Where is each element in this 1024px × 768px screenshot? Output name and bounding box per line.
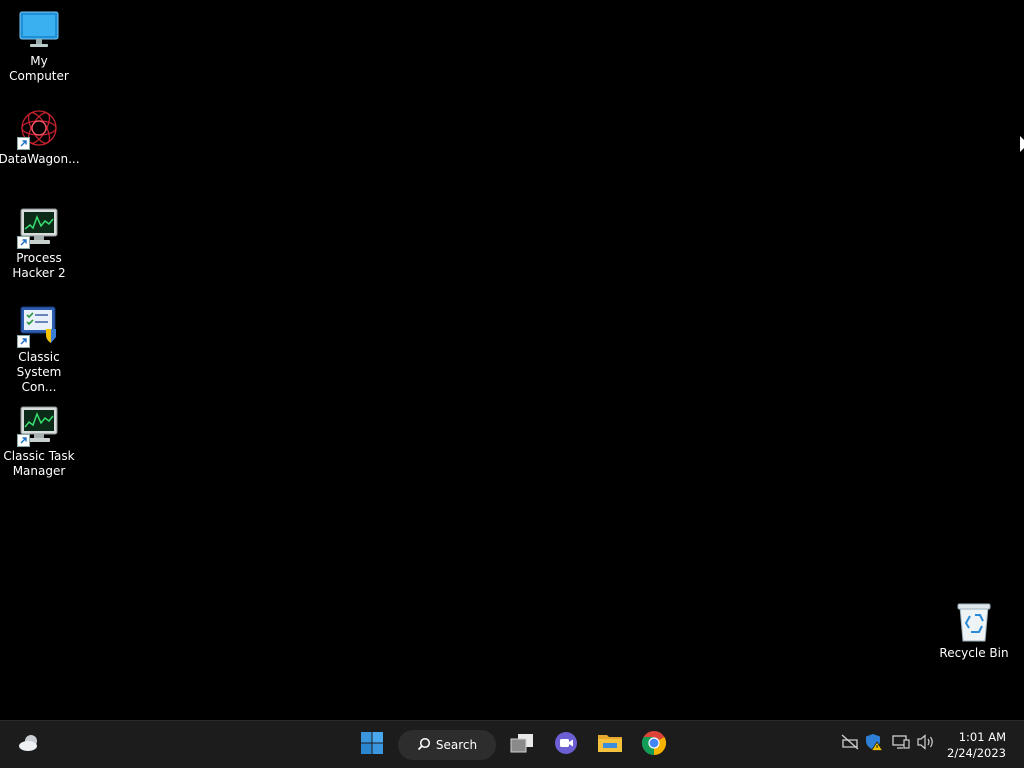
- weather-icon: [17, 733, 41, 757]
- desktop-icon-label: Classic System Con...: [16, 350, 62, 394]
- datawagon-icon: [17, 106, 61, 150]
- shortcut-arrow-icon: [17, 236, 30, 249]
- desktop-icon-label: Recycle Bin: [939, 646, 1009, 660]
- desktop: My Computer DataWagon... Process Hacker …: [0, 0, 1024, 720]
- task-view-icon: [509, 732, 535, 758]
- security-status-button[interactable]: [863, 733, 885, 755]
- file-explorer-button[interactable]: [594, 729, 626, 761]
- mouse-cursor-icon: [1020, 136, 1024, 156]
- desktop-icon-task-manager[interactable]: Classic Task Manager: [0, 403, 78, 479]
- start-button[interactable]: [355, 729, 389, 761]
- search-label: Search: [435, 738, 478, 752]
- desktop-icon-label: DataWagon...: [0, 152, 80, 166]
- taskbar: Search 1:01 AM 2/24/2023: [0, 720, 1024, 768]
- monitor-icon: [17, 8, 61, 52]
- network-off-icon: [841, 734, 859, 754]
- chrome-button[interactable]: [638, 729, 670, 761]
- desktop-icon-my-computer[interactable]: My Computer: [0, 8, 78, 84]
- recycle-bin-icon: [952, 600, 996, 644]
- desktop-icon-process-hacker[interactable]: Process Hacker 2: [0, 205, 78, 281]
- start-icon: [360, 731, 384, 759]
- search-icon: [417, 737, 431, 754]
- chat-button[interactable]: [550, 729, 582, 761]
- desktop-icon-datawagon[interactable]: DataWagon...: [0, 106, 80, 167]
- shortcut-arrow-icon: [17, 335, 30, 348]
- clock-date: 2/24/2023: [947, 746, 1006, 760]
- security-warning-icon: [865, 733, 884, 755]
- process-hacker-icon: [17, 205, 61, 249]
- desktop-icon-label: Process Hacker 2: [12, 251, 66, 280]
- desktop-icon-label: Classic Task Manager: [3, 449, 75, 478]
- display-icon: [892, 734, 910, 754]
- desktop-icon-recycle-bin[interactable]: Recycle Bin: [935, 600, 1013, 661]
- chat-icon: [553, 730, 579, 760]
- chrome-icon: [641, 730, 667, 760]
- display-button[interactable]: [890, 733, 912, 755]
- desktop-icon-system-config[interactable]: Classic System Con...: [0, 304, 78, 395]
- task-manager-icon: [17, 403, 61, 447]
- file-explorer-icon: [597, 732, 623, 758]
- shortcut-arrow-icon: [17, 137, 30, 150]
- search-button[interactable]: Search: [398, 730, 496, 760]
- network-status-button[interactable]: [839, 733, 861, 755]
- system-config-icon: [17, 304, 61, 348]
- desktop-icon-label: My Computer: [9, 54, 69, 83]
- weather-widget-button[interactable]: [14, 729, 44, 761]
- clock-time: 1:01 AM: [958, 730, 1006, 744]
- volume-button[interactable]: [915, 733, 937, 755]
- clock-button[interactable]: 1:01 AM 2/24/2023: [947, 729, 1006, 761]
- task-view-button[interactable]: [506, 729, 538, 761]
- shortcut-arrow-icon: [17, 434, 30, 447]
- volume-icon: [916, 734, 936, 754]
